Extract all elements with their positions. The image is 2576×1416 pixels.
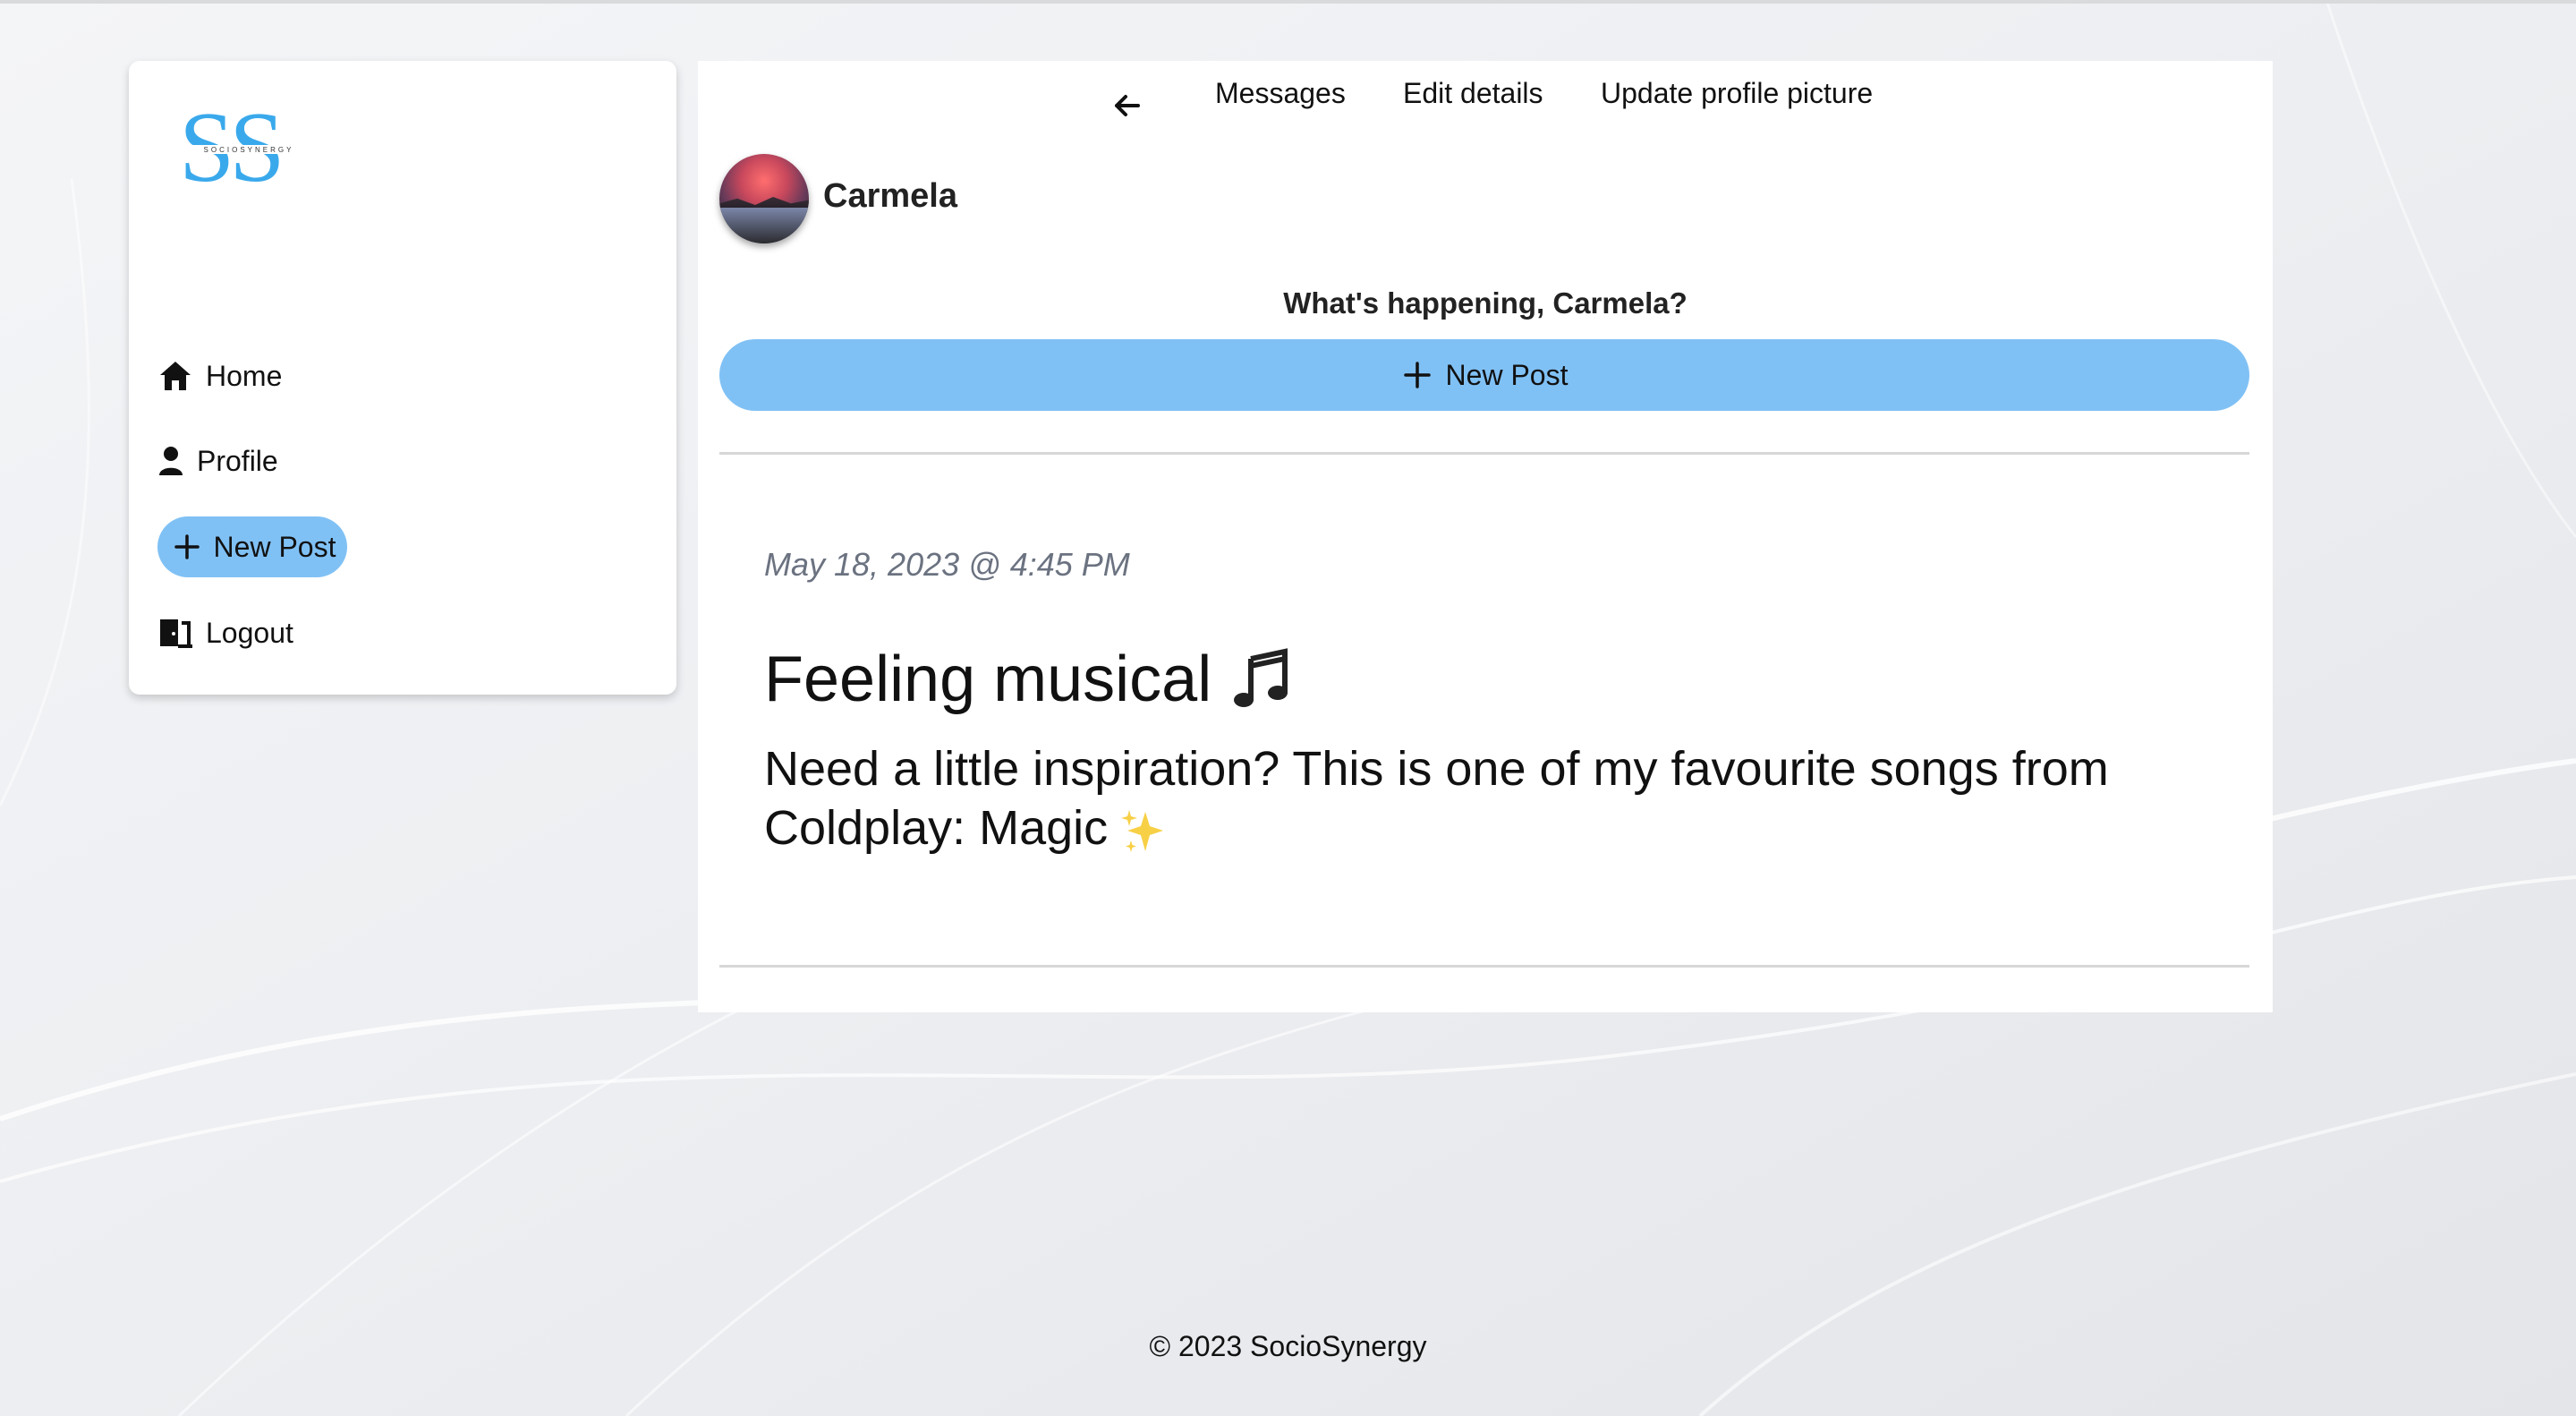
main-content: Messages Edit details Update profile pic…: [698, 61, 2273, 1012]
door-icon: [157, 615, 193, 651]
sidebar-item-label: Logout: [206, 616, 293, 649]
post-body-text: Need a little inspiration? This is one o…: [764, 742, 2109, 855]
plus-icon: [1401, 359, 1433, 391]
sidebar-item-label: Home: [206, 359, 283, 392]
compose-prompt: What's happening, Carmela?: [1283, 286, 1688, 320]
sidebar-new-post-button[interactable]: New Post: [157, 516, 347, 577]
person-icon: [157, 443, 184, 479]
profile-name: Carmela: [823, 177, 957, 215]
new-post-label: New Post: [1445, 358, 1569, 391]
sidebar: SS SOCIOSYNERGY Home Profile New Post Lo…: [129, 61, 676, 695]
new-post-button[interactable]: New Post: [719, 339, 2249, 411]
footer-copyright: © 2023 SocioSynergy: [1149, 1330, 1427, 1362]
post-date: May 18, 2023 @ 4:45 PM: [764, 546, 1130, 583]
arrow-left-icon[interactable]: [1109, 88, 1145, 124]
sidebar-item-logout[interactable]: Logout: [157, 601, 293, 664]
sparkles-icon: [1121, 809, 1164, 852]
divider: [719, 965, 2249, 968]
edit-details-link[interactable]: Edit details: [1403, 77, 1543, 110]
logo-tagline: SOCIOSYNERGY: [204, 146, 294, 154]
sidebar-item-label: New Post: [213, 530, 336, 563]
post-title: Feeling musical: [764, 643, 1290, 716]
sociosynergy-logo[interactable]: SS SOCIOSYNERGY: [177, 98, 320, 206]
top-border: [0, 0, 2576, 4]
messages-link[interactable]: Messages: [1215, 77, 1346, 110]
home-icon: [157, 358, 193, 394]
sidebar-item-profile[interactable]: Profile: [157, 430, 278, 492]
profile-top-nav: Messages Edit details Update profile pic…: [698, 61, 2273, 132]
divider: [719, 452, 2249, 455]
update-profile-picture-link[interactable]: Update profile picture: [1601, 77, 1873, 110]
sidebar-item-label: Profile: [197, 444, 278, 477]
sidebar-item-home[interactable]: Home: [157, 345, 282, 407]
post-body: Need a little inspiration? This is one o…: [764, 739, 2214, 857]
music-note-icon: [1234, 648, 1288, 707]
post-title-text: Feeling musical: [764, 644, 1212, 715]
avatar[interactable]: [719, 154, 809, 243]
plus-icon: [169, 529, 205, 565]
